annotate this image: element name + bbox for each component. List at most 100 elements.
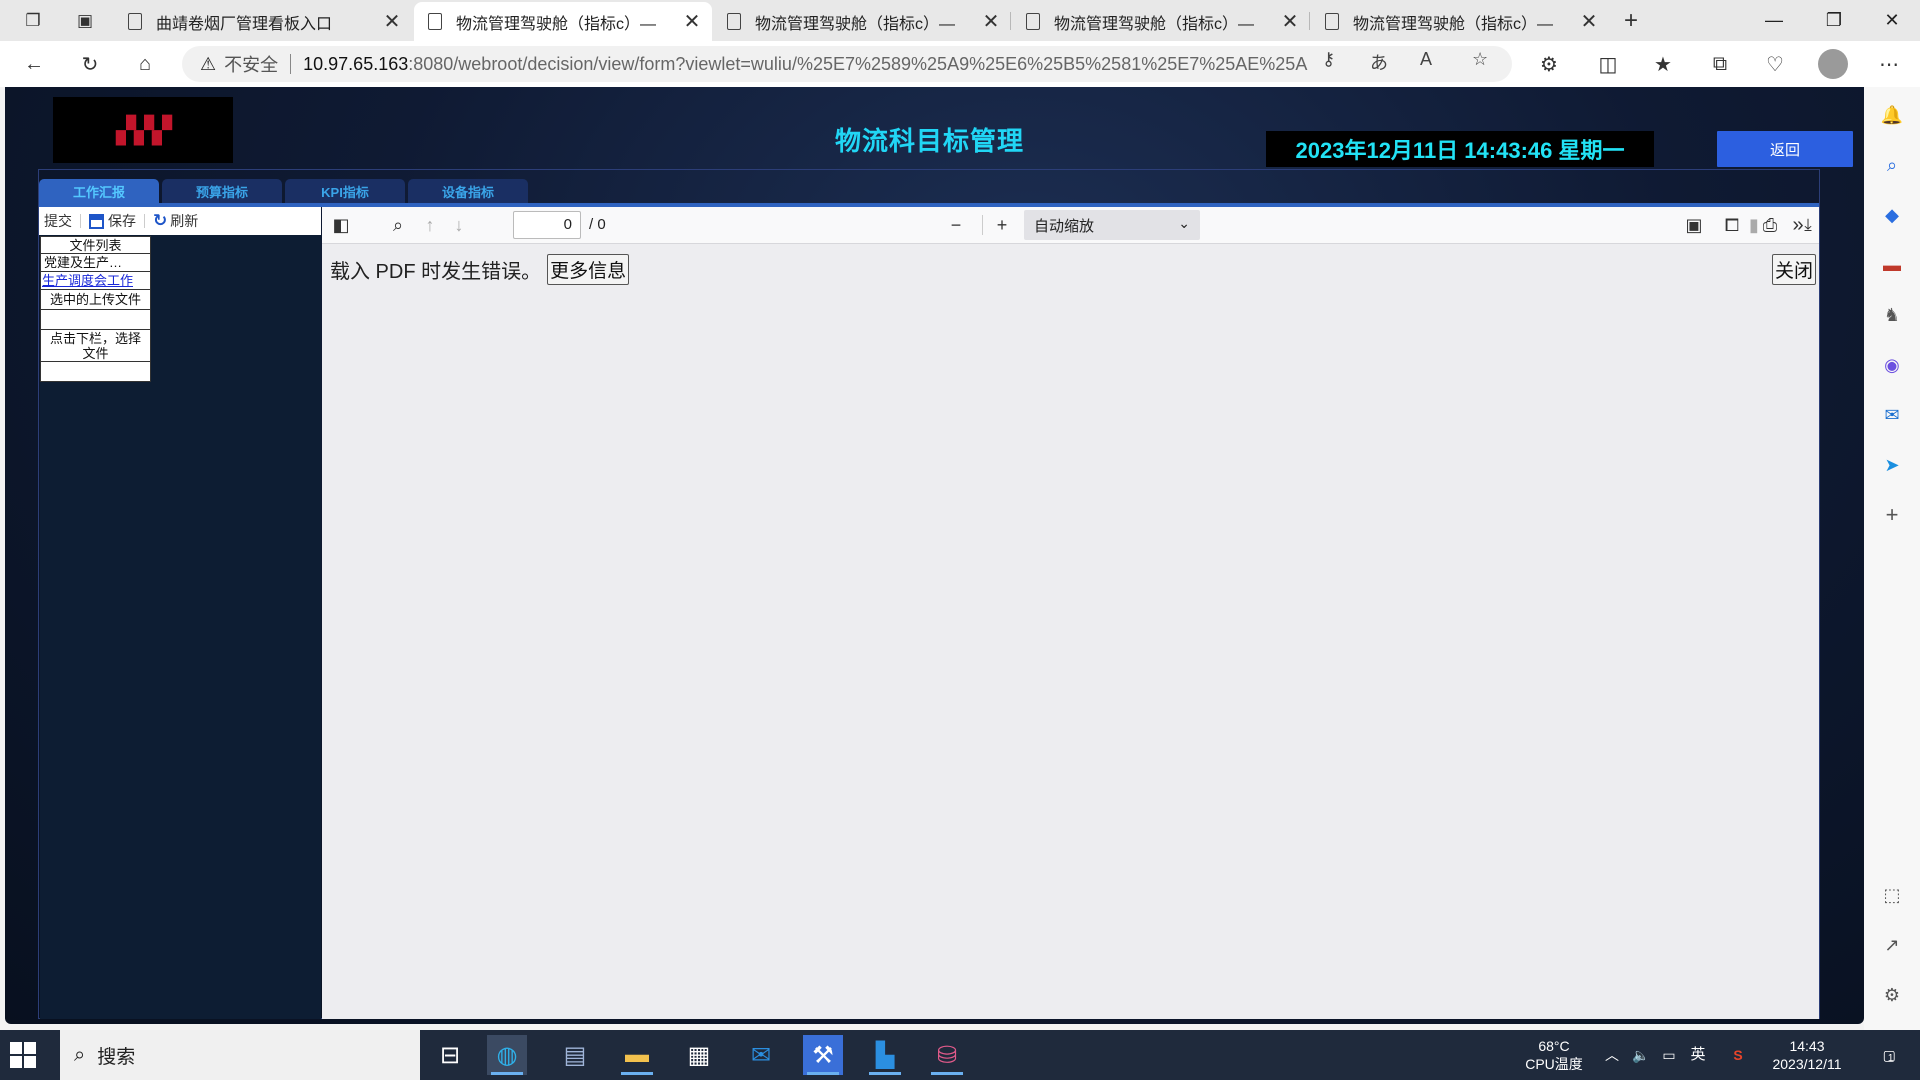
workspaces-icon[interactable]: ❐ bbox=[20, 8, 46, 34]
settings-gear-icon[interactable]: ⚙ bbox=[1880, 983, 1904, 1007]
browser-tab-1[interactable]: 曲靖卷烟厂管理看板入口 ✕ bbox=[114, 2, 412, 41]
close-tab-icon[interactable]: ✕ bbox=[682, 9, 702, 34]
screenshot-icon[interactable]: ⬚ bbox=[1880, 883, 1904, 907]
more-info-button[interactable]: 更多信息 bbox=[547, 254, 630, 285]
sogou-ime-icon[interactable]: S bbox=[1726, 1030, 1750, 1080]
bookmark-icon[interactable]: ▮ bbox=[1740, 212, 1768, 238]
cpu-temperature[interactable]: 68°C CPU温度 bbox=[1518, 1030, 1590, 1080]
notification-center-icon[interactable]: ▢ 1 bbox=[1868, 1030, 1908, 1080]
file-item[interactable]: 党建及生产… bbox=[40, 254, 151, 272]
tools-menu-icon[interactable]: » bbox=[1784, 212, 1812, 238]
close-error-button[interactable]: 关闭 bbox=[1772, 254, 1817, 285]
outlook-icon[interactable]: ✉ bbox=[1880, 403, 1904, 427]
refresh-icon: ↻ bbox=[153, 211, 168, 230]
task-view-icon[interactable]: ⊟ bbox=[430, 1035, 470, 1075]
new-tab-icon[interactable]: + bbox=[1618, 7, 1644, 34]
edge-sidebar: 🔔 ⌕ ◆ ▬ ♞ ◉ ✉ ➤ + ⬚ ↗ ⚙ bbox=[1864, 87, 1920, 1030]
profile-avatar[interactable] bbox=[1818, 49, 1848, 79]
extensions-icon[interactable]: ⚙ bbox=[1534, 49, 1564, 79]
clock[interactable]: 14:43 2023/12/11 bbox=[1762, 1030, 1852, 1080]
taskbar-search[interactable]: ⌕ 搜索 bbox=[60, 1030, 420, 1080]
toolbox-icon[interactable]: ▬ bbox=[1880, 253, 1904, 277]
search-label: 搜索 bbox=[97, 1046, 136, 1068]
add-icon[interactable]: + bbox=[1880, 502, 1904, 527]
shopping-tag-icon[interactable]: ◆ bbox=[1880, 203, 1904, 227]
divider bbox=[80, 214, 81, 228]
search-icon[interactable]: ⌕ bbox=[384, 212, 412, 238]
refresh-button[interactable]: ↻ 刷新 bbox=[153, 211, 198, 231]
store-icon[interactable]: ▦ bbox=[679, 1035, 719, 1075]
translate-icon[interactable]: あ bbox=[1370, 49, 1388, 75]
save-button[interactable]: 保存 bbox=[89, 211, 136, 231]
page-icon bbox=[1325, 13, 1339, 30]
search-icon[interactable]: ⌕ bbox=[1880, 153, 1904, 177]
minimize-icon[interactable]: — bbox=[1746, 2, 1802, 38]
address-bar[interactable]: ⚠ 不安全 10.97.65.163 :8080/webroot/decisio… bbox=[182, 46, 1512, 82]
split-screen-icon[interactable]: ◫ bbox=[1593, 49, 1623, 79]
next-page-icon[interactable]: ↓ bbox=[445, 212, 473, 238]
browser-tab-3[interactable]: 物流管理驾驶舱（指标c）— ✕ bbox=[713, 2, 1011, 41]
tab-title: 物流管理驾驶舱（指标c）— bbox=[1353, 15, 1554, 33]
tab-kpi[interactable]: KPI指标 bbox=[285, 179, 405, 203]
close-tab-icon[interactable]: ✕ bbox=[981, 9, 1001, 34]
close-tab-icon[interactable]: ✕ bbox=[1579, 9, 1599, 34]
favorites-icon[interactable]: ★ bbox=[1648, 49, 1678, 79]
close-tab-icon[interactable]: ✕ bbox=[382, 9, 402, 34]
tab-work-report[interactable]: 工作汇报 bbox=[39, 179, 159, 203]
sidebar-toggle-icon[interactable]: ◧ bbox=[327, 212, 355, 238]
key-icon[interactable]: ⚷ bbox=[1322, 49, 1335, 70]
favorite-star-icon[interactable]: ☆ bbox=[1472, 49, 1488, 70]
file-explorer-icon[interactable]: ▬ bbox=[617, 1035, 657, 1075]
computer-app-icon[interactable]: ▤ bbox=[555, 1035, 595, 1075]
games-icon[interactable]: ♞ bbox=[1880, 303, 1904, 327]
windows-taskbar: ⌕ 搜索 ⊟ ◍ ▤ ▬ ▦ ✉ ⚒ ▙ ⛁ 68°C CPU温度 ︿ 🔈 ▭ … bbox=[0, 1030, 1920, 1080]
bell-icon[interactable]: 🔔 bbox=[1880, 103, 1904, 127]
open-external-icon[interactable]: ↗ bbox=[1880, 933, 1904, 957]
tab-title: 物流管理驾驶舱（指标c）— bbox=[755, 15, 956, 33]
close-window-icon[interactable]: ✕ bbox=[1864, 2, 1920, 38]
temp-label: CPU温度 bbox=[1525, 1056, 1583, 1072]
tab-equipment[interactable]: 设备指标 bbox=[408, 179, 528, 203]
network-icon[interactable]: ▭ bbox=[1656, 1030, 1682, 1080]
back-button[interactable]: 返回 bbox=[1717, 131, 1853, 167]
windows-start-icon[interactable] bbox=[10, 1042, 36, 1068]
browser-tab-4[interactable]: 物流管理驾驶舱（指标c）— ✕ bbox=[1012, 2, 1310, 41]
zoom-out-icon[interactable]: − bbox=[942, 212, 970, 238]
tab-divider bbox=[1010, 12, 1011, 30]
file-link[interactable]: 生产调度会工作 bbox=[40, 272, 151, 290]
mail-icon[interactable]: ✉ bbox=[741, 1035, 781, 1075]
more-menu-icon[interactable]: ⋯ bbox=[1874, 49, 1904, 79]
zoom-value: 自动缩放 bbox=[1034, 217, 1095, 235]
office-icon[interactable]: ◉ bbox=[1880, 353, 1904, 377]
tool-app-icon[interactable]: ⚒ bbox=[803, 1035, 843, 1075]
collections-icon[interactable]: ⧉ bbox=[1705, 49, 1735, 79]
send-icon[interactable]: ➤ bbox=[1880, 453, 1904, 477]
tab-actions-icon[interactable]: ▣ bbox=[72, 8, 98, 34]
read-aloud-icon[interactable]: A bbox=[1420, 49, 1432, 70]
zoom-select[interactable]: 自动缩放 ⌄ bbox=[1024, 210, 1200, 240]
browser-tab-5[interactable]: 物流管理驾驶舱（指标c）— ✕ bbox=[1311, 2, 1609, 41]
volume-icon[interactable]: 🔈 bbox=[1628, 1030, 1654, 1080]
home-icon[interactable]: ⌂ bbox=[130, 49, 160, 79]
reload-icon[interactable]: ↻ bbox=[75, 49, 105, 79]
performance-icon[interactable]: ♡ bbox=[1760, 49, 1790, 79]
tab-budget[interactable]: 预算指标 bbox=[162, 179, 282, 203]
divider bbox=[290, 54, 292, 74]
presentation-mode-icon[interactable]: ▣ bbox=[1680, 212, 1708, 238]
page-number-input[interactable]: 0 bbox=[513, 211, 581, 239]
refresh-label: 刷新 bbox=[170, 213, 199, 229]
database-app-icon[interactable]: ⛁ bbox=[927, 1035, 967, 1075]
tray-chevron-icon[interactable]: ︿ bbox=[1600, 1030, 1624, 1080]
previous-page-icon[interactable]: ↑ bbox=[416, 212, 444, 238]
close-tab-icon[interactable]: ✕ bbox=[1280, 9, 1300, 34]
restore-icon[interactable]: ❐ bbox=[1806, 2, 1862, 38]
tab-divider bbox=[1309, 12, 1310, 30]
submit-button[interactable]: 提交 bbox=[44, 211, 72, 231]
edge-browser-icon[interactable]: ◍ bbox=[487, 1035, 527, 1075]
upload-slot[interactable] bbox=[40, 362, 151, 382]
finereport-icon[interactable]: ▙ bbox=[865, 1035, 905, 1075]
browser-tab-2[interactable]: 物流管理驾驶舱（指标c）— ✕ bbox=[414, 2, 712, 41]
back-arrow-icon[interactable]: ← bbox=[19, 49, 49, 79]
ime-indicator[interactable]: 英 bbox=[1686, 1030, 1710, 1080]
zoom-in-icon[interactable]: + bbox=[988, 212, 1016, 238]
